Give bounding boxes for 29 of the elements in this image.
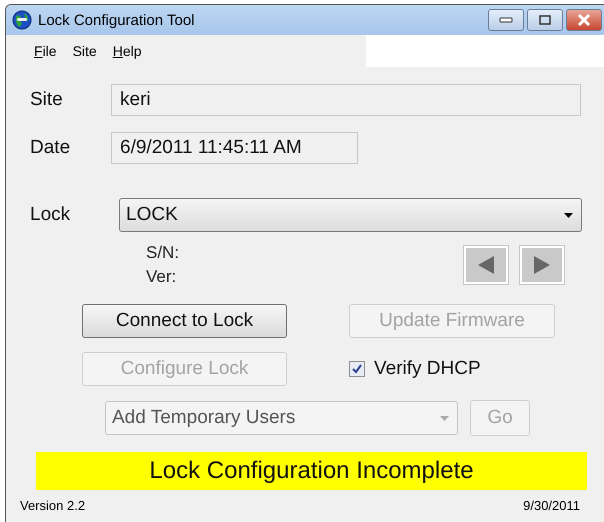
right-arrow-icon <box>532 255 552 275</box>
connect-button[interactable]: Connect to Lock <box>82 304 287 338</box>
maximize-icon <box>539 15 551 25</box>
globe-icon <box>12 10 32 30</box>
status-banner: Lock Configuration Incomplete <box>36 452 587 490</box>
close-button[interactable] <box>566 9 602 31</box>
close-icon <box>577 14 591 26</box>
version-label: Ver: <box>146 266 178 288</box>
date-text: 9/30/2011 <box>523 498 580 513</box>
caret-icon <box>564 212 573 218</box>
checkbox[interactable] <box>349 361 365 377</box>
version-text: Version 2.2 <box>20 498 86 513</box>
site-label: Site <box>30 89 64 111</box>
window-title: Lock Configuration Tool <box>38 12 194 28</box>
lock-label: Lock <box>30 204 72 226</box>
checkbox-label: Verify DHCP <box>374 358 481 380</box>
date-label: Date <box>30 137 72 159</box>
lock-dropdown[interactable]: LOCK <box>119 198 582 232</box>
serial-number-label: S/N: <box>146 242 180 264</box>
menu-item[interactable]: Site <box>64 43 105 59</box>
minimize-icon <box>499 17 513 23</box>
left-arrow-icon <box>476 255 496 275</box>
maximize-button[interactable] <box>527 9 563 31</box>
minimize-button[interactable] <box>488 9 524 31</box>
site-field[interactable]: keri <box>111 84 581 116</box>
date-field[interactable]: 6/9/2011 11:45:11 AM <box>111 132 358 164</box>
menu-item[interactable]: File <box>26 43 65 59</box>
menu-item[interactable]: Help <box>104 43 150 59</box>
caret-icon <box>440 416 449 420</box>
